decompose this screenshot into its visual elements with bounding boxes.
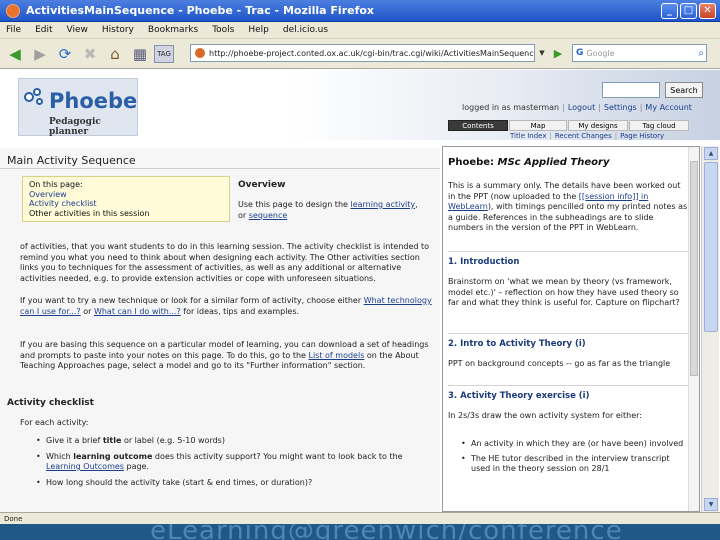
section-exercise-text: In 2s/3s draw the own activity system fo… — [448, 411, 642, 420]
section-intro-activity-theory-text: PPT on background concepts -- go as far … — [448, 359, 671, 368]
main-tabs: Contents Map My designs Tag cloud — [448, 120, 690, 131]
menu-edit[interactable]: Edit — [35, 25, 52, 35]
learning-outcomes-link[interactable]: Learning Outcomes — [46, 462, 124, 471]
what-can-i-do-link[interactable]: What can I do with...? — [94, 307, 181, 316]
panel-title: Phoebe: MSc Applied Theory — [448, 157, 610, 168]
window-titlebar: ActivitiesMainSequence - Phoebe - Trac -… — [0, 0, 720, 22]
tag-button[interactable]: TAG — [154, 44, 174, 63]
menu-tools[interactable]: Tools — [212, 25, 234, 35]
menu-help[interactable]: Help — [248, 25, 269, 35]
site-search-button[interactable]: Search — [665, 82, 703, 98]
go-arrow-icon[interactable]: ▶ — [550, 44, 566, 62]
panel-scrollbar[interactable] — [688, 147, 699, 511]
logged-in-text: logged in as masterman — [462, 103, 560, 112]
menu-bookmarks[interactable]: Bookmarks — [148, 25, 198, 35]
logout-link[interactable]: Logout — [568, 103, 595, 112]
logo-subtitle: Pedagogic planner — [49, 117, 101, 137]
section-introduction-heading: 1. Introduction — [448, 257, 520, 267]
url-input[interactable]: http://phoebe-project.conted.ox.ac.uk/cg… — [190, 44, 535, 62]
tab-contents[interactable]: Contents — [448, 120, 508, 131]
sequence-link[interactable]: sequence — [249, 211, 288, 220]
scroll-down-icon[interactable]: ▼ — [704, 498, 718, 511]
menu-view[interactable]: View — [67, 25, 88, 35]
slide-footer-band: eLearning@greenwich/conference — [0, 524, 720, 540]
menu-file[interactable]: File — [6, 25, 21, 35]
maximize-button[interactable]: □ — [680, 2, 697, 19]
search-placeholder: Google — [586, 48, 615, 58]
url-dropdown-icon[interactable]: ▼ — [536, 44, 548, 62]
toc-link-activity-checklist[interactable]: Activity checklist — [29, 199, 223, 209]
status-bar: Done — [0, 512, 720, 524]
toc-title: On this page: — [29, 180, 83, 189]
settings-link[interactable]: Settings — [604, 103, 637, 112]
page-scrollbar-thumb[interactable] — [704, 162, 718, 332]
table-of-contents: On this page: Overview Activity checklis… — [22, 176, 230, 222]
overview-text-top: Use this page to design the learning act… — [238, 200, 418, 220]
title-divider — [0, 168, 440, 169]
web-page: Phoebe Pedagogic planner Search logged i… — [0, 70, 720, 512]
close-button[interactable]: ✕ — [699, 2, 716, 19]
menu-delicious[interactable]: del.icio.us — [283, 25, 328, 35]
minimize-button[interactable]: _ — [661, 2, 678, 19]
list-item: How long should the activity take (start… — [36, 478, 416, 489]
section-intro-activity-theory-heading: 2. Intro to Activity Theory (i) — [448, 339, 586, 349]
tab-tag-cloud[interactable]: Tag cloud — [629, 120, 689, 131]
site-favicon-icon — [195, 48, 205, 58]
page-history-link[interactable]: Page History — [620, 132, 664, 140]
toc-link-overview[interactable]: Overview — [29, 190, 223, 200]
tab-my-designs[interactable]: My designs — [568, 120, 628, 131]
reload-icon[interactable]: ⟳ — [54, 43, 76, 65]
list-item: Which learning outcome does this activit… — [36, 452, 416, 473]
section-exercise-heading: 3. Activity Theory exercise (i) — [448, 391, 590, 401]
url-text: http://phoebe-project.conted.ox.ac.uk/cg… — [209, 48, 534, 58]
window-title: ActivitiesMainSequence - Phoebe - Trac -… — [26, 4, 375, 17]
conference-watermark: eLearning@greenwich/conference — [150, 524, 623, 540]
design-notes-panel: Phoebe: MSc Applied Theory This is a sum… — [442, 146, 700, 512]
status-text: Done — [4, 514, 23, 523]
forward-arrow-icon[interactable]: ▶ — [29, 43, 51, 65]
page-title: Main Activity Sequence — [7, 154, 136, 167]
section-introduction-text: Brainstorm on 'what we mean by theory (v… — [448, 277, 680, 307]
back-arrow-icon[interactable]: ◀ — [4, 43, 26, 65]
search-input[interactable]: G Google ⌕ — [572, 44, 707, 62]
title-index-link[interactable]: Title Index — [510, 132, 547, 140]
search-icon[interactable]: ⌕ — [698, 48, 706, 59]
activity-checklist-heading: Activity checklist — [7, 398, 94, 408]
checklist-intro: For each activity: — [20, 418, 89, 427]
overview-text: of activities, that you want students to… — [20, 242, 430, 283]
panel-scrollbar-thumb[interactable] — [690, 161, 698, 376]
menubar: File Edit View History Bookmarks Tools H… — [0, 22, 720, 39]
overview-text-cont — [238, 221, 428, 242]
site-logo[interactable]: Phoebe Pedagogic planner — [18, 78, 138, 137]
technique-paragraph: If you want to try a new technique or lo… — [20, 296, 432, 316]
logo-name: Phoebe — [49, 89, 138, 113]
toc-link-other-activities[interactable]: Other activities in this session — [29, 209, 223, 219]
meta-navigation: logged in as masterman | Logout | Settings | M… — [462, 103, 692, 112]
overview-heading: Overview — [238, 180, 286, 190]
list-item: Give it a brief title or label (e.g. 5-1… — [36, 436, 416, 447]
page-scrollbar[interactable]: ▲ ▼ — [701, 146, 719, 512]
model-paragraph: If you are basing this sequence on a par… — [20, 340, 429, 370]
panel-intro: This is a summary only. The details have… — [448, 181, 688, 232]
list-item: The HE tutor described in the interview … — [461, 454, 685, 475]
recent-changes-link[interactable]: Recent Changes — [555, 132, 612, 140]
checklist-list: Give it a brief title or label (e.g. 5-1… — [36, 436, 416, 493]
bookmark-icon[interactable]: ▦ — [129, 43, 151, 65]
logo-circles-icon — [24, 88, 50, 110]
my-account-link[interactable]: My Account — [645, 103, 691, 112]
learning-activity-link[interactable]: learning activity — [350, 200, 415, 209]
stop-icon[interactable]: ✖ — [79, 43, 101, 65]
list-item: An activity in which they are (or have b… — [461, 439, 685, 450]
home-icon[interactable]: ⌂ — [104, 43, 126, 65]
google-icon: G — [576, 48, 584, 58]
scroll-up-icon[interactable]: ▲ — [704, 147, 718, 160]
tab-map[interactable]: Map — [509, 120, 567, 131]
sub-navigation: Title Index | Recent Changes | Page History — [510, 132, 665, 140]
navigation-toolbar: ◀ ▶ ⟳ ✖ ⌂ ▦ TAG http://phoebe-project.co… — [0, 39, 720, 69]
menu-history[interactable]: History — [102, 25, 134, 35]
exercise-list: An activity in which they are (or have b… — [461, 439, 685, 479]
site-search-input[interactable] — [602, 82, 660, 98]
list-of-models-link[interactable]: List of models — [309, 351, 365, 360]
firefox-icon — [6, 3, 20, 18]
